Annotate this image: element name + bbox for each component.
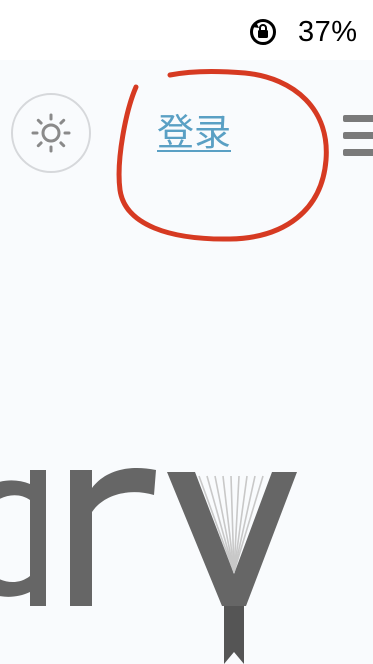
app-screen: 37% 登录 xyxy=(0,0,373,664)
site-logo xyxy=(0,468,297,664)
logo-letter-a xyxy=(0,470,46,606)
open-book-icon xyxy=(167,472,297,664)
logo-letter-r xyxy=(70,468,156,606)
